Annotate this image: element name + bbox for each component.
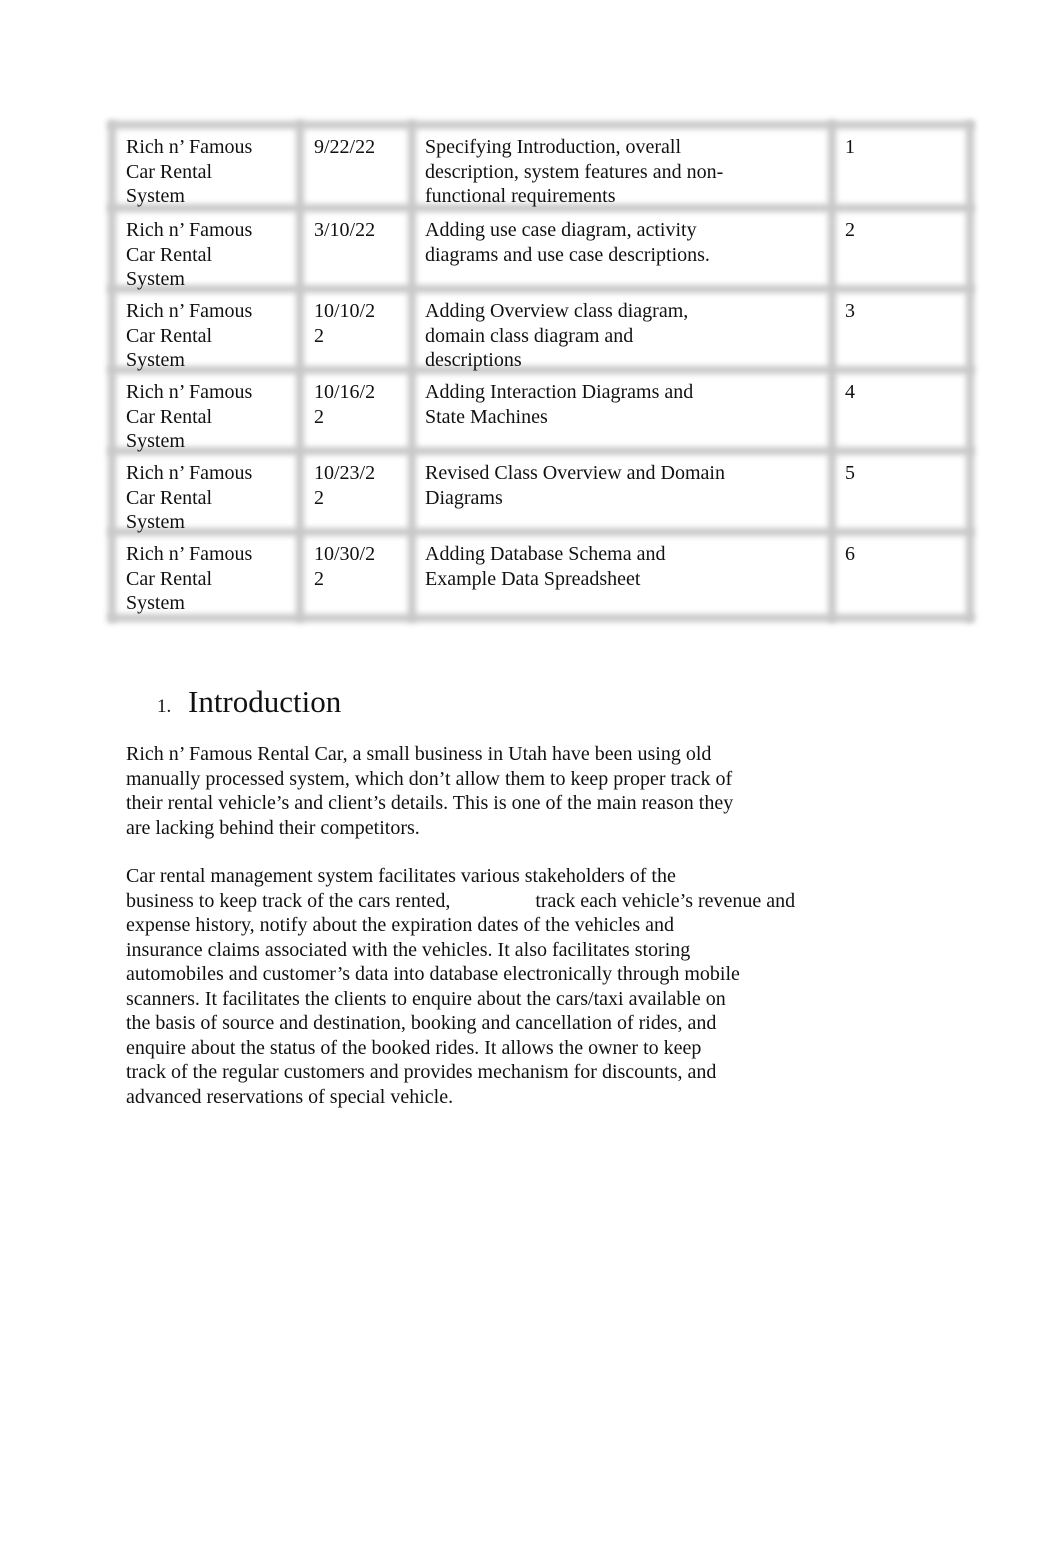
cell-line: 10/16/2 [314, 381, 376, 403]
paragraph-line: their rental vehicle’s and client’s deta… [126, 792, 734, 814]
cell-line: Specifying Introduction, overall [425, 136, 682, 158]
cell-line: 2 [314, 324, 324, 347]
cell-line: Rich n’ Famous [126, 136, 253, 158]
cell-line: Rich n’ Famous [126, 300, 253, 322]
cell-line: 2 [314, 567, 324, 590]
table-cell-date: 10/10/2 2 [314, 299, 375, 348]
cell-line: Car Rental [126, 486, 213, 509]
cell-line: Rich n’ Famous [126, 462, 253, 484]
cell-line: 3/10/22 [314, 219, 376, 241]
cell-line: Car Rental [126, 324, 213, 347]
cell-line: 2 [314, 405, 324, 428]
cell-line: diagrams and use case descriptions. [425, 243, 710, 266]
table-cell-name: Rich n’ Famous Car Rental System [126, 461, 252, 535]
cell-line: Adding Interaction Diagrams and [425, 381, 694, 403]
table-cell-date: 3/10/22 [314, 218, 375, 243]
paragraph-line: automobiles and customer’s data into dat… [126, 963, 740, 985]
table-cell-description: Adding Database Schema and Example Data S… [425, 542, 665, 591]
cell-line: Car Rental [126, 160, 213, 183]
table-cell-date: 10/30/2 2 [314, 542, 375, 591]
cell-line: 10/23/2 [314, 462, 376, 484]
cell-line: descriptions [425, 349, 522, 371]
table-cell-name: Rich n’ Famous Car Rental System [126, 542, 252, 616]
table-cell-date: 10/16/2 2 [314, 380, 375, 429]
revision-table: Rich n’ Famous Car Rental System 9/22/22 Spe… [0, 0, 1062, 700]
cell-line: functional requirements [425, 185, 616, 207]
cell-line: System [126, 268, 185, 290]
cell-line: Adding use case diagram, activity [425, 219, 697, 241]
cell-line: Car Rental [126, 405, 213, 428]
cell-line: domain class diagram and [425, 324, 634, 347]
paragraph: Car rental management system facilitates… [126, 864, 795, 1109]
cell-line: Revised Class Overview and Domain [425, 462, 725, 484]
table-cell-description: Adding Overview class diagram, domain cla… [425, 299, 688, 373]
paragraph-line: scanners. It facilitates the clients to … [126, 987, 726, 1010]
cell-line: Rich n’ Famous [126, 543, 253, 565]
cell-line: Diagrams [425, 486, 503, 509]
cell-line: 4 [845, 381, 855, 403]
cell-line: 6 [845, 543, 855, 565]
cell-line: Car Rental [126, 567, 213, 590]
paragraph-line: manually processed system, which don’t a… [126, 767, 733, 790]
table-cell-version: 1 [845, 135, 855, 160]
table-cell-date: 10/23/2 2 [314, 461, 375, 510]
cell-line: Adding Database Schema and [425, 543, 666, 565]
section-number: 1. [157, 696, 172, 717]
table-cell-description: Revised Class Overview and Domain Diagram… [425, 461, 725, 510]
cell-line: System [126, 349, 185, 371]
cell-line: System [126, 511, 185, 533]
cell-line: Rich n’ Famous [126, 381, 253, 403]
paragraph-line: expense history, notify about the expira… [126, 914, 674, 936]
table-cell-name: Rich n’ Famous Car Rental System [126, 135, 252, 209]
section-heading: Introduction [188, 684, 342, 719]
table-cell-name: Rich n’ Famous Car Rental System [126, 380, 252, 454]
table-cell-description: Specifying Introduction, overall descript… [425, 135, 723, 209]
cell-line: System [126, 185, 185, 207]
cell-line: 2 [314, 486, 324, 509]
table-cell-description: Adding use case diagram, activity diagram… [425, 218, 710, 267]
paragraph-line: the basis of source and destination, boo… [126, 1012, 717, 1034]
table-cell-date: 9/22/22 [314, 135, 375, 160]
cell-line: Car Rental [126, 243, 213, 266]
cell-line: 1 [845, 136, 855, 158]
table-cell-version: 6 [845, 542, 855, 567]
cell-line: System [126, 430, 185, 452]
cell-line: 10/30/2 [314, 543, 376, 565]
cell-line: 10/10/2 [314, 300, 376, 322]
paragraph-line: business to keep track of the cars rente… [126, 889, 796, 912]
table-cell-name: Rich n’ Famous Car Rental System [126, 299, 252, 373]
cell-line: Adding Overview class diagram, [425, 300, 689, 322]
cell-line: 2 [845, 219, 855, 241]
table-cell-name: Rich n’ Famous Car Rental System [126, 218, 252, 292]
paragraph-line: are lacking behind their competitors. [126, 816, 420, 839]
table-cell-version: 3 [845, 299, 855, 324]
cell-line: 5 [845, 462, 855, 484]
cell-line: System [126, 592, 185, 614]
table-cell-version: 2 [845, 218, 855, 243]
paragraph-line: insurance claims associated with the veh… [126, 938, 691, 961]
paragraph-line: Car rental management system facilitates… [126, 865, 676, 887]
cell-line: State Machines [425, 405, 548, 428]
paragraph-line: advanced reservations of special vehicle… [126, 1085, 454, 1108]
paragraph-line: track of the regular customers and provi… [126, 1061, 717, 1083]
table-cell-description: Adding Interaction Diagrams and State Mac… [425, 380, 693, 429]
table-cell-version: 5 [845, 461, 855, 486]
paragraph-line: Rich n’ Famous Rental Car, a small busin… [126, 743, 712, 765]
table-border-horizontal [108, 121, 974, 129]
cell-line: Example Data Spreadsheet [425, 567, 641, 590]
cell-line: 9/22/22 [314, 136, 376, 158]
paragraph-line: enquire about the status of the booked r… [126, 1036, 702, 1059]
paragraph: Rich n’ Famous Rental Car, a small busin… [126, 742, 733, 840]
cell-line: description, system features and non- [425, 160, 724, 183]
table-cell-version: 4 [845, 380, 855, 405]
cell-line: Rich n’ Famous [126, 219, 253, 241]
cell-line: 3 [845, 300, 855, 322]
